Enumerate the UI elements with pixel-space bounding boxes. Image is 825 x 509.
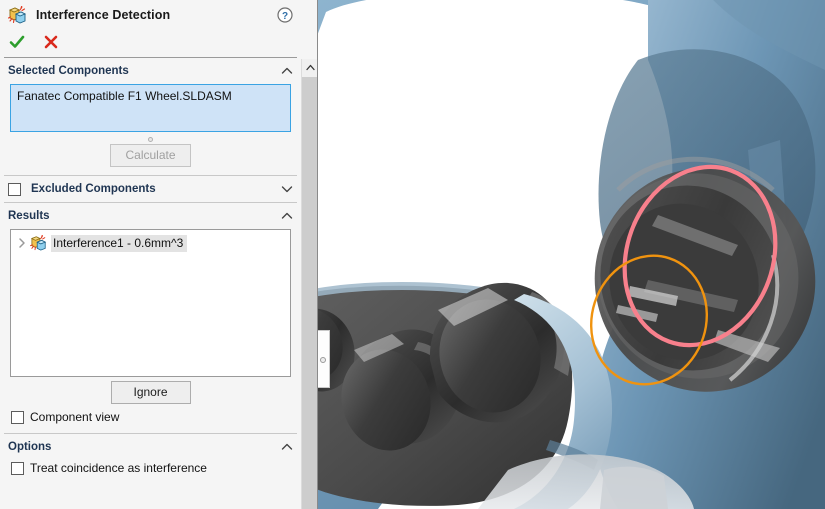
ignore-button-row: Ignore — [0, 381, 301, 404]
component-view-checkbox[interactable] — [11, 410, 24, 424]
treat-coincidence-checkbox[interactable] — [11, 461, 24, 475]
section-selected-components[interactable]: Selected Components — [0, 60, 301, 82]
panel-title: Interference Detection — [36, 8, 171, 22]
treat-coincidence-row[interactable]: Treat coincidence as interference — [0, 458, 301, 478]
resize-grip[interactable] — [0, 132, 301, 143]
section-results[interactable]: Results — [0, 205, 301, 227]
options-label: Options — [8, 441, 52, 453]
scrollbar-thumb[interactable] — [302, 77, 318, 509]
selected-components-label: Selected Components — [8, 65, 129, 77]
property-manager-content: Interference Detection ? Selected Compon… — [0, 0, 301, 509]
grip-dot-icon — [148, 137, 153, 142]
component-view-label: Component view — [30, 410, 120, 424]
viewport-flyout-tab[interactable] — [318, 330, 330, 388]
header-divider — [4, 57, 297, 58]
chevron-down-icon[interactable] — [280, 182, 294, 196]
excluded-components-checkbox[interactable] — [8, 182, 21, 196]
3d-model-graphic — [318, 0, 825, 509]
property-manager-panel: Interference Detection ? Selected Compon… — [0, 0, 318, 509]
ghost-shadow-2 — [600, 466, 668, 509]
cancel-button[interactable] — [42, 33, 60, 51]
interference-detection-icon — [7, 5, 28, 24]
results-list[interactable]: Interference1 - 0.6mm^3 — [10, 229, 291, 377]
table-row[interactable]: Interference1 - 0.6mm^3 — [14, 234, 287, 252]
ignore-button[interactable]: Ignore — [110, 381, 191, 404]
excluded-components-label: Excluded Components — [31, 183, 156, 195]
scroll-up-arrow-icon[interactable] — [302, 59, 318, 76]
chevron-up-icon-options[interactable] — [280, 440, 294, 454]
3d-model-viewport[interactable] — [318, 0, 825, 509]
calculate-button[interactable]: Calculate — [110, 144, 191, 167]
results-label: Results — [8, 210, 50, 222]
panel-header: Interference Detection ? — [0, 0, 301, 30]
panel-scrollbar[interactable] — [301, 59, 318, 509]
divider-above-excluded — [4, 175, 297, 176]
selected-components-box[interactable]: Fanatec Compatible F1 Wheel.SLDASM — [10, 84, 291, 132]
svg-text:?: ? — [282, 11, 288, 22]
treat-coincidence-label: Treat coincidence as interference — [30, 461, 207, 475]
accept-button[interactable] — [8, 33, 26, 51]
section-options[interactable]: Options — [0, 436, 301, 458]
flyout-handle-icon — [320, 357, 326, 363]
chevron-up-icon-results[interactable] — [280, 209, 294, 223]
calculate-button-row: Calculate — [0, 144, 301, 167]
interference-result-label[interactable]: Interference1 - 0.6mm^3 — [51, 234, 188, 252]
interference-detection-window: Interference Detection ? Selected Compon… — [0, 0, 825, 509]
selected-component-item[interactable]: Fanatec Compatible F1 Wheel.SLDASM — [17, 89, 284, 104]
section-excluded-components[interactable]: Excluded Components — [0, 178, 301, 200]
component-view-row[interactable]: Component view — [0, 407, 301, 427]
chevron-up-icon[interactable] — [280, 64, 294, 78]
divider-above-results — [4, 202, 297, 203]
divider-above-options — [4, 433, 297, 434]
chevron-right-icon[interactable] — [14, 235, 30, 251]
interference-item-icon — [30, 234, 48, 251]
help-icon[interactable]: ? — [277, 7, 293, 23]
panel-action-buttons — [0, 30, 301, 54]
